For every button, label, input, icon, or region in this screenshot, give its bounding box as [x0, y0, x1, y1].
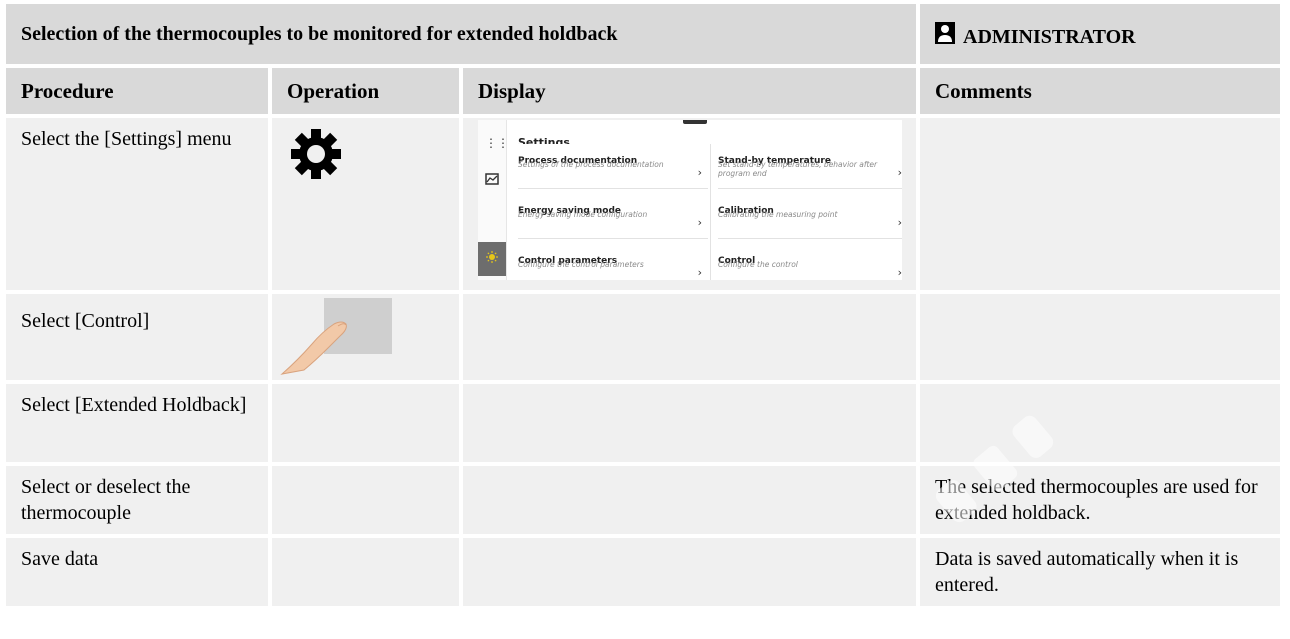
table-row: Select or deselect the thermocouple The … — [6, 466, 1284, 534]
procedure-cell: Select [Control] — [6, 294, 268, 380]
chevron-right-icon: › — [897, 166, 902, 179]
display-cell — [463, 294, 916, 380]
nav-rail: ⋮⋮ — [478, 120, 509, 280]
chevron-right-icon: › — [897, 216, 902, 229]
table-row: Select [Extended Holdback] — [6, 384, 1284, 462]
display-cell: ⋮⋮ Settings Process documentation Settin… — [463, 118, 916, 290]
display-cell — [463, 466, 916, 534]
user-icon — [935, 22, 955, 44]
procedure-cell: Select or deselect the thermocouple — [6, 466, 268, 534]
settings-sun-icon — [486, 251, 498, 263]
operation-cell — [272, 538, 459, 606]
tile-subtitle: Energy saving mode configuration — [518, 210, 648, 219]
table-row: Select the [Settings] menu ⋮⋮ Settings P… — [6, 118, 1284, 290]
tile-subtitle: Calibrating the measuring point — [718, 210, 838, 219]
comment-cell — [920, 384, 1280, 462]
screen-handle — [683, 120, 707, 124]
operation-cell — [272, 118, 459, 290]
chart-icon[interactable] — [485, 172, 499, 186]
tile-stand-by-temperature[interactable]: Stand-by temperature Set stand-by temper… — [718, 144, 902, 189]
gear-icon — [291, 129, 341, 179]
title-row: Selection of the thermocouples to be mon… — [6, 4, 1284, 64]
display-cell — [463, 538, 916, 606]
chevron-right-icon: › — [697, 266, 702, 279]
tile-control-parameters[interactable]: Control parameters Configure the control… — [518, 244, 708, 280]
role-label: ADMINISTRATOR — [963, 26, 1136, 48]
comment-cell: The selected thermocouples are used for … — [920, 466, 1280, 534]
column-header-procedure: Procedure — [6, 68, 268, 114]
settings-screen: ⋮⋮ Settings Process documentation Settin… — [478, 120, 902, 280]
column-header-operation: Operation — [272, 68, 459, 114]
section-title: Selection of the thermocouples to be mon… — [6, 4, 916, 64]
column-header-display: Display — [463, 68, 916, 114]
table-row: Save data Data is saved automatically wh… — [6, 538, 1284, 606]
comment-cell — [920, 294, 1280, 380]
tile-subtitle: Configure the control parameters — [518, 260, 644, 269]
column-header-row: Procedure Operation Display Comments — [6, 68, 1284, 114]
section-title-text: Selection of the thermocouples to be mon… — [21, 23, 618, 45]
finger-tap-icon — [280, 298, 392, 375]
procedure-cell: Select the [Settings] menu — [6, 118, 268, 290]
display-cell — [463, 384, 916, 462]
tile-subtitle: Settings of the process documentation — [518, 160, 664, 169]
procedure-table: Selection of the thermocouples to be mon… — [6, 4, 1284, 610]
operation-cell — [272, 294, 459, 380]
comment-cell — [920, 118, 1280, 290]
tile-process-documentation[interactable]: Process documentation Settings of the pr… — [518, 144, 708, 189]
column-header-comments: Comments — [920, 68, 1280, 114]
chevron-right-icon: › — [697, 166, 702, 179]
procedure-cell: Select [Extended Holdback] — [6, 384, 268, 462]
apps-grid-icon[interactable]: ⋮⋮ — [485, 136, 509, 150]
table-row: Select [Control] — [6, 294, 1284, 380]
chevron-right-icon: › — [897, 266, 902, 279]
chevron-right-icon: › — [697, 216, 702, 229]
role-badge: ADMINISTRATOR — [920, 4, 1280, 64]
operation-cell — [272, 466, 459, 534]
operation-cell — [272, 384, 459, 462]
procedure-cell: Save data — [6, 538, 268, 606]
tile-divider — [710, 144, 711, 280]
tile-subtitle: Configure the control — [718, 260, 798, 269]
tile-subtitle: Set stand-by temperatures, behavior afte… — [718, 160, 878, 178]
comment-cell: Data is saved automatically when it is e… — [920, 538, 1280, 606]
tile-energy-saving-mode[interactable]: Energy saving mode Energy saving mode co… — [518, 194, 708, 239]
tile-calibration[interactable]: Calibration Calibrating the measuring po… — [718, 194, 902, 239]
tile-control[interactable]: Control Configure the control › — [718, 244, 902, 280]
